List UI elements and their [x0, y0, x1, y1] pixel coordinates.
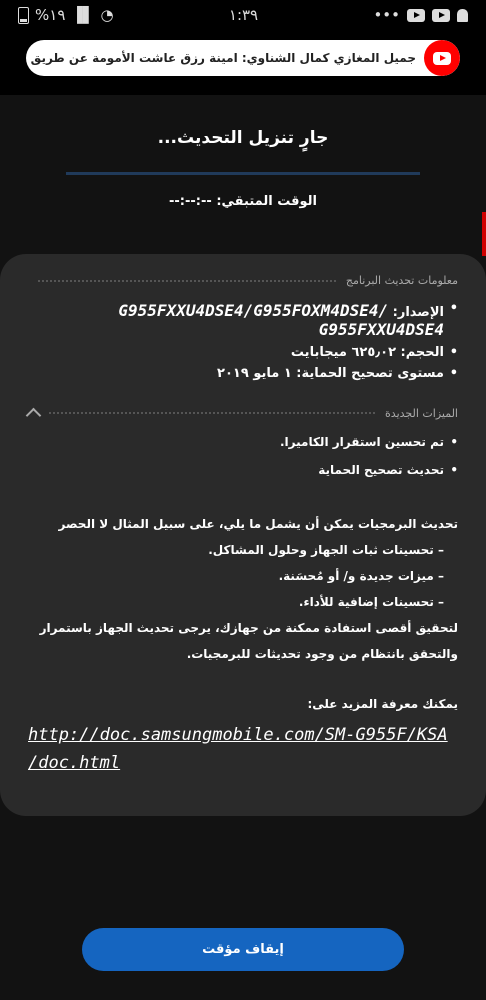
link-line-2: /doc.html: [28, 753, 121, 773]
info-section-title: معلومات تحديث البرنامج: [345, 274, 458, 287]
description-item: – تحسينات ثبات الجهاز وحلول المشاكل.: [208, 543, 444, 557]
info-list: الإصدار: G955FXXU4DSE4/G955FOXM4DSE4/ G9…: [28, 301, 458, 381]
youtube-logo-icon: [424, 40, 460, 76]
info-section-header: معلومات تحديث البرنامج: [28, 274, 458, 287]
youtube-icon: [432, 8, 450, 22]
feature-item: تم تحسين استقرار الكاميرا.: [28, 435, 458, 449]
learn-more-label: يمكنك معرفة المزيد على:: [307, 697, 458, 711]
update-description: تحديث البرمجيات يمكن أن يشمل ما يلي، على…: [28, 511, 458, 667]
version-label: الإصدار:: [392, 305, 444, 320]
size-value: ٦٢٥٫٠٢ ميجابايت: [290, 345, 396, 360]
description-outro: لتحقيق أقصى استفادة ممكنة من جهازك، يرجى…: [39, 621, 458, 661]
youtube-icon: [407, 8, 425, 22]
update-info-card[interactable]: معلومات تحديث البرنامج الإصدار: G955FXXU…: [0, 254, 486, 816]
page-title: جارٍ تنزيل التحديث...: [157, 128, 329, 148]
features-section-header[interactable]: الميزات الجديدة: [25, 405, 458, 424]
notification-bell-icon: [457, 8, 468, 22]
more-dots: •••: [373, 6, 400, 24]
patch-label: مستوى تصحيح الحماية:: [296, 366, 444, 381]
feature-item: تحديث تصحيح الحماية: [28, 463, 458, 477]
documentation-link[interactable]: http://doc.samsungmobile.com/SM-G955F/KS…: [28, 721, 458, 777]
download-progress-bar: [66, 172, 420, 175]
patch-item: مستوى تصحيح الحماية: ١ مايو ٢٠١٩: [28, 366, 458, 381]
size-item: الحجم: ٦٢٥٫٠٢ ميجابايت: [28, 345, 458, 360]
divider: [49, 412, 376, 414]
status-time: ١:٣٩: [228, 6, 259, 24]
link-line-1: http://doc.samsungmobile.com/SM-G955F/KS…: [28, 725, 448, 745]
features-section-title: الميزات الجديدة: [385, 406, 458, 420]
time-remaining-value: --:--:--: [169, 194, 212, 209]
features-list: تم تحسين استقرار الكاميرا. تحديث تصحيح ا…: [28, 435, 458, 477]
time-remaining-label: الوقت المتبقي:: [216, 194, 317, 209]
version-item: الإصدار: G955FXXU4DSE4/G955FOXM4DSE4/ G9…: [28, 301, 458, 339]
battery-icon: [18, 6, 29, 24]
status-right: •••: [373, 6, 468, 24]
signal-icon: ▐▌: [71, 6, 95, 24]
status-bar: %١٩ ▐▌ ◔ ١:٣٩ •••: [0, 0, 486, 30]
time-remaining: الوقت المتبقي: --:--:--: [0, 194, 486, 209]
chevron-up-icon[interactable]: [25, 407, 42, 424]
description-item: – ميزات جديدة و/ أو مُحسَنة.: [278, 569, 444, 583]
divider: [38, 279, 336, 282]
notification-text: جميل المغازي كمال الشناوي: امينة رزق عاش…: [26, 51, 416, 65]
battery-level: %١٩: [35, 6, 66, 24]
scroll-marker: [482, 212, 486, 256]
description-item: – تحسينات إضافية للأداء.: [298, 595, 444, 609]
patch-value: ١ مايو ٢٠١٩: [217, 366, 292, 381]
wifi-icon: ◔: [100, 6, 114, 24]
status-left: %١٩ ▐▌ ◔: [18, 6, 114, 24]
youtube-notification[interactable]: جميل المغازي كمال الشناوي: امينة رزق عاش…: [26, 40, 460, 76]
description-intro: تحديث البرمجيات يمكن أن يشمل ما يلي، على…: [58, 517, 459, 531]
size-label: الحجم:: [400, 345, 444, 360]
pause-button[interactable]: إيقاف مؤقت: [82, 928, 404, 971]
